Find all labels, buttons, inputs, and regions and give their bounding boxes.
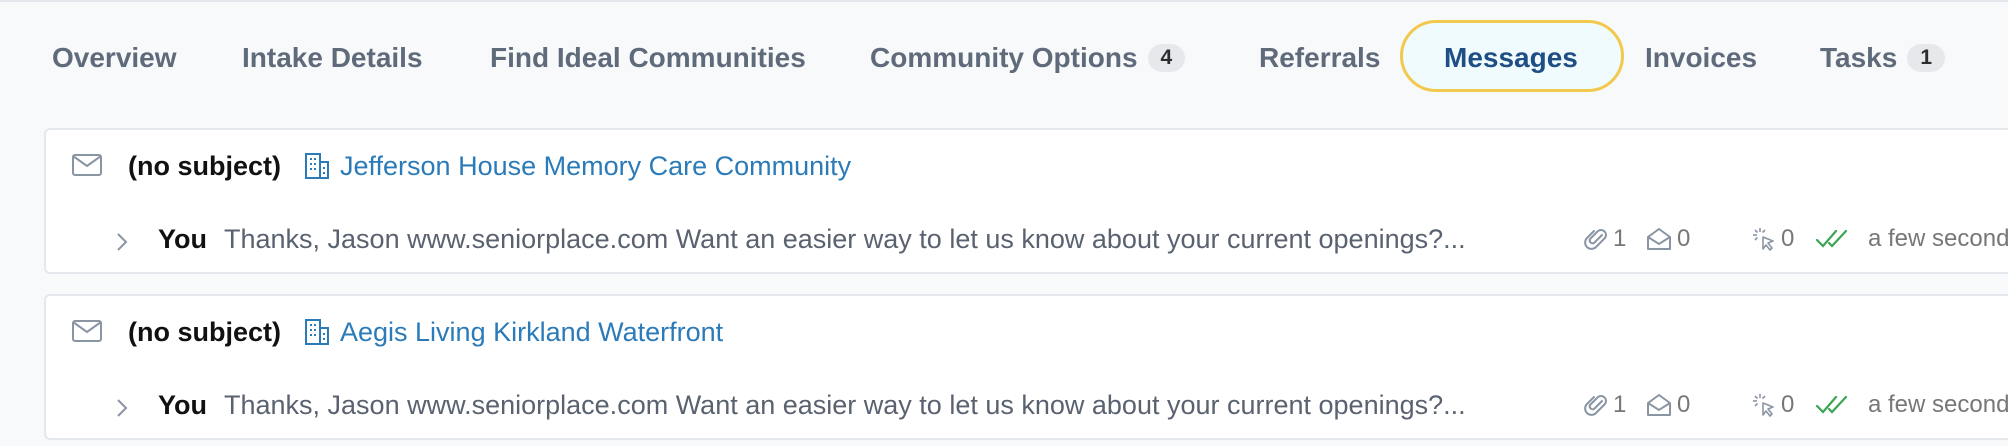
click-count-value: 0 (1781, 225, 1795, 252)
tab-intake-details[interactable]: Intake Details (242, 2, 423, 114)
tab-label: Intake Details (242, 42, 423, 73)
open-count: 0 (1646, 219, 1690, 259)
message-sender: You (158, 224, 207, 254)
cursor-click-icon (1753, 394, 1774, 417)
message-row[interactable]: You Thanks, Jason www.seniorplace.com Wa… (46, 204, 2008, 274)
message-timestamp: a few seconds ag (1868, 225, 2008, 252)
envelope-icon (72, 320, 102, 342)
click-count: 0 (1752, 385, 1794, 425)
message-panel: Overview Intake Details Find Ideal Commu… (0, 0, 2008, 446)
message-row[interactable]: You Thanks, Jason www.seniorplace.com Wa… (46, 370, 2008, 440)
double-check-icon (1816, 229, 1848, 248)
tab-tasks[interactable]: Tasks 1 (1820, 2, 1946, 114)
message-header: (no subject) Jefferson House Memory Care… (46, 130, 2008, 204)
tab-referrals[interactable]: Referrals (1259, 2, 1380, 114)
community-link[interactable]: Aegis Living Kirkland Waterfront (340, 312, 723, 352)
tab-overview[interactable]: Overview (52, 2, 177, 114)
community-link[interactable]: Jefferson House Memory Care Community (340, 146, 851, 186)
open-count-value: 0 (1677, 391, 1691, 418)
building-icon (305, 319, 329, 345)
attachment-count-value: 1 (1613, 391, 1627, 418)
message-thread[interactable]: (no subject) Jefferson House Memory Care… (44, 128, 2008, 274)
message-subject: (no subject) (128, 317, 281, 347)
open-count-value: 0 (1677, 225, 1691, 252)
paperclip-icon (1584, 395, 1607, 416)
message-thread[interactable]: (no subject) Aegis Living Kirkland Water… (44, 294, 2008, 440)
tab-label: Overview (52, 42, 177, 73)
double-check-icon (1816, 395, 1848, 414)
message-sender: You (158, 390, 207, 420)
tab-find-ideal-communities[interactable]: Find Ideal Communities (490, 2, 806, 114)
attachment-count: 1 (1584, 219, 1626, 259)
tab-label: Find Ideal Communities (490, 42, 806, 73)
delivery-status (1816, 219, 1857, 259)
chevron-right-icon[interactable] (114, 398, 130, 418)
message-preview: Thanks, Jason www.seniorplace.com Want a… (224, 224, 1466, 254)
tab-messages[interactable]: Messages (1400, 2, 1624, 114)
tab-invoices[interactable]: Invoices (1645, 2, 1757, 114)
click-count-value: 0 (1781, 391, 1795, 418)
envelope-open-icon (1647, 394, 1671, 416)
message-preview: Thanks, Jason www.seniorplace.com Want a… (224, 390, 1466, 420)
click-count: 0 (1752, 219, 1794, 259)
paperclip-icon (1584, 229, 1607, 250)
tab-count-badge: 1 (1907, 44, 1946, 72)
tab-community-options[interactable]: Community Options 4 (870, 2, 1186, 114)
envelope-icon (72, 154, 102, 176)
building-icon (305, 153, 329, 179)
message-timestamp: a few seconds ag (1868, 391, 2008, 418)
open-count: 0 (1646, 385, 1690, 425)
delivery-status (1816, 385, 1857, 425)
message-header: (no subject) Aegis Living Kirkland Water… (46, 296, 2008, 370)
tab-label: Referrals (1259, 42, 1381, 73)
attachment-count: 1 (1584, 385, 1626, 425)
tab-count-badge: 4 (1147, 44, 1186, 72)
chevron-right-icon[interactable] (114, 232, 130, 252)
tab-label: Messages (1444, 42, 1578, 73)
cursor-click-icon (1753, 228, 1774, 251)
tab-bar: Overview Intake Details Find Ideal Commu… (0, 2, 2008, 114)
tab-label: Community Options (870, 42, 1138, 73)
message-subject: (no subject) (128, 151, 281, 181)
tab-label: Invoices (1645, 42, 1758, 73)
tab-label: Tasks (1820, 42, 1898, 73)
envelope-open-icon (1647, 228, 1671, 250)
attachment-count-value: 1 (1613, 225, 1627, 252)
